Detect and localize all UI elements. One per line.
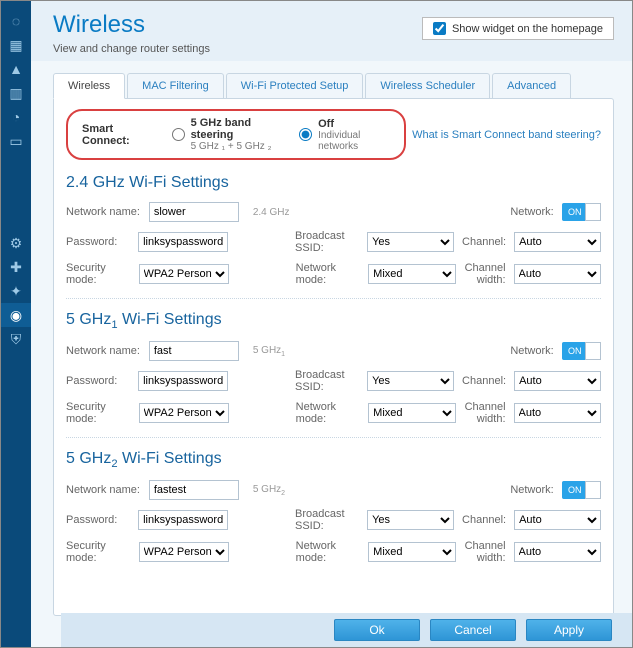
- section-5ghz2-title: 5 GHz2 Wi-Fi Settings: [66, 450, 601, 470]
- select-24-security[interactable]: WPA2 Personal: [139, 264, 229, 284]
- input-52-password[interactable]: [138, 510, 228, 530]
- toggle-51-network[interactable]: ON: [562, 342, 601, 360]
- select-52-netmode[interactable]: Mixed: [368, 542, 455, 562]
- select-51-security[interactable]: WPA2 Personal: [139, 403, 229, 423]
- tab-advanced[interactable]: Advanced: [492, 73, 571, 99]
- show-widget-input[interactable]: [433, 22, 446, 35]
- section-24ghz: 2.4 GHz Wi-Fi Settings Network name: 2.4…: [66, 174, 601, 286]
- input-24-ssid[interactable]: [149, 202, 239, 222]
- input-52-ssid[interactable]: [149, 480, 239, 500]
- sidebar-icon-tools[interactable]: ✚: [1, 255, 31, 279]
- sidebar-icon-dashboard[interactable]: ◌: [1, 9, 31, 33]
- lbl-network-name: Network name:: [66, 206, 141, 218]
- select-24-broadcast[interactable]: Yes: [367, 232, 454, 252]
- sidebar-icon-alerts[interactable]: ▲: [1, 57, 31, 81]
- smart-connect-label: Smart Connect:: [82, 123, 154, 147]
- sidebar-icon-storage[interactable]: ▭: [1, 129, 31, 153]
- tab-wps[interactable]: Wi-Fi Protected Setup: [226, 73, 364, 99]
- section-5ghz2: 5 GHz2 Wi-Fi Settings Network name: 5 GH…: [66, 450, 601, 564]
- lbl-netmode: Network mode:: [296, 262, 361, 286]
- select-51-broadcast[interactable]: Yes: [367, 371, 454, 391]
- select-24-netmode[interactable]: Mixed: [368, 264, 455, 284]
- lbl-security: Security mode:: [66, 262, 131, 286]
- lbl-password: Password:: [66, 236, 130, 248]
- page-title: Wireless: [53, 11, 210, 39]
- tab-mac-filtering[interactable]: MAC Filtering: [127, 73, 224, 99]
- section-5ghz1: 5 GHz1 Wi-Fi Settings Network name: 5 GH…: [66, 311, 601, 425]
- select-52-security[interactable]: WPA2 Personal: [139, 542, 229, 562]
- select-24-chwidth[interactable]: Auto: [514, 264, 601, 284]
- input-51-ssid[interactable]: [149, 341, 239, 361]
- apply-button[interactable]: Apply: [526, 619, 612, 641]
- footer: Ok Cancel Apply: [61, 613, 632, 647]
- ok-button[interactable]: Ok: [334, 619, 420, 641]
- sidebar-icon-parental[interactable]: ▥: [1, 81, 31, 105]
- sidebar-icon-wireless[interactable]: ◉: [1, 303, 31, 327]
- toggle-52-network[interactable]: ON: [562, 481, 601, 499]
- section-5ghz1-title: 5 GHz1 Wi-Fi Settings: [66, 311, 601, 331]
- lbl-broadcast: Broadcast SSID:: [295, 230, 359, 254]
- sidebar-icon-security[interactable]: ⛨: [1, 327, 31, 351]
- select-24-channel[interactable]: Auto: [514, 232, 601, 252]
- sidebar-icon-troubleshoot[interactable]: ✦: [1, 279, 31, 303]
- section-24ghz-title: 2.4 GHz Wi-Fi Settings: [66, 174, 601, 192]
- smart-radio-off-input[interactable]: [299, 128, 312, 141]
- sidebar-icon-settings[interactable]: ⚙: [1, 231, 31, 255]
- hint-51: 5 GHz1: [253, 345, 305, 358]
- toggle-24-network[interactable]: ON: [562, 203, 601, 221]
- lbl-network: Network:: [505, 206, 554, 218]
- select-51-chwidth[interactable]: Auto: [514, 403, 601, 423]
- lbl-channel: Channel:: [462, 236, 506, 248]
- select-52-channel[interactable]: Auto: [514, 510, 601, 530]
- sidebar: ◌ ▦ ▲ ▥ ◔ ▭ ⚙ ✚ ✦ ◉ ⛨: [1, 1, 31, 647]
- smart-connect-row: Smart Connect: 5 GHz band steering 5 GHz…: [66, 109, 406, 160]
- tab-scheduler[interactable]: Wireless Scheduler: [365, 73, 490, 99]
- hint-52: 5 GHz2: [253, 484, 305, 497]
- show-widget-label: Show widget on the homepage: [452, 23, 603, 35]
- hint-24: 2.4 GHz: [253, 207, 305, 218]
- input-51-password[interactable]: [138, 371, 228, 391]
- sidebar-icon-devices[interactable]: ▦: [1, 33, 31, 57]
- input-24-password[interactable]: [138, 232, 228, 252]
- select-52-broadcast[interactable]: Yes: [367, 510, 454, 530]
- select-51-netmode[interactable]: Mixed: [368, 403, 455, 423]
- select-52-chwidth[interactable]: Auto: [514, 542, 601, 562]
- page-subtitle: View and change router settings: [53, 43, 210, 55]
- sidebar-icon-speed[interactable]: ◔: [1, 105, 31, 129]
- smart-radio-steering-input[interactable]: [172, 128, 185, 141]
- tab-wireless[interactable]: Wireless: [53, 73, 125, 99]
- tabs: Wireless MAC Filtering Wi-Fi Protected S…: [53, 73, 614, 99]
- smart-radio-off[interactable]: Off Individual networks: [299, 118, 390, 152]
- smart-connect-help-link[interactable]: What is Smart Connect band steering?: [412, 129, 601, 141]
- cancel-button[interactable]: Cancel: [430, 619, 516, 641]
- show-widget-checkbox[interactable]: Show widget on the homepage: [422, 17, 614, 40]
- lbl-chwidth: Channel width:: [464, 262, 506, 286]
- wireless-panel: Smart Connect: 5 GHz band steering 5 GHz…: [53, 98, 614, 616]
- select-51-channel[interactable]: Auto: [514, 371, 601, 391]
- smart-radio-steering[interactable]: 5 GHz band steering 5 GHz ₁ + 5 GHz ₂: [172, 117, 282, 152]
